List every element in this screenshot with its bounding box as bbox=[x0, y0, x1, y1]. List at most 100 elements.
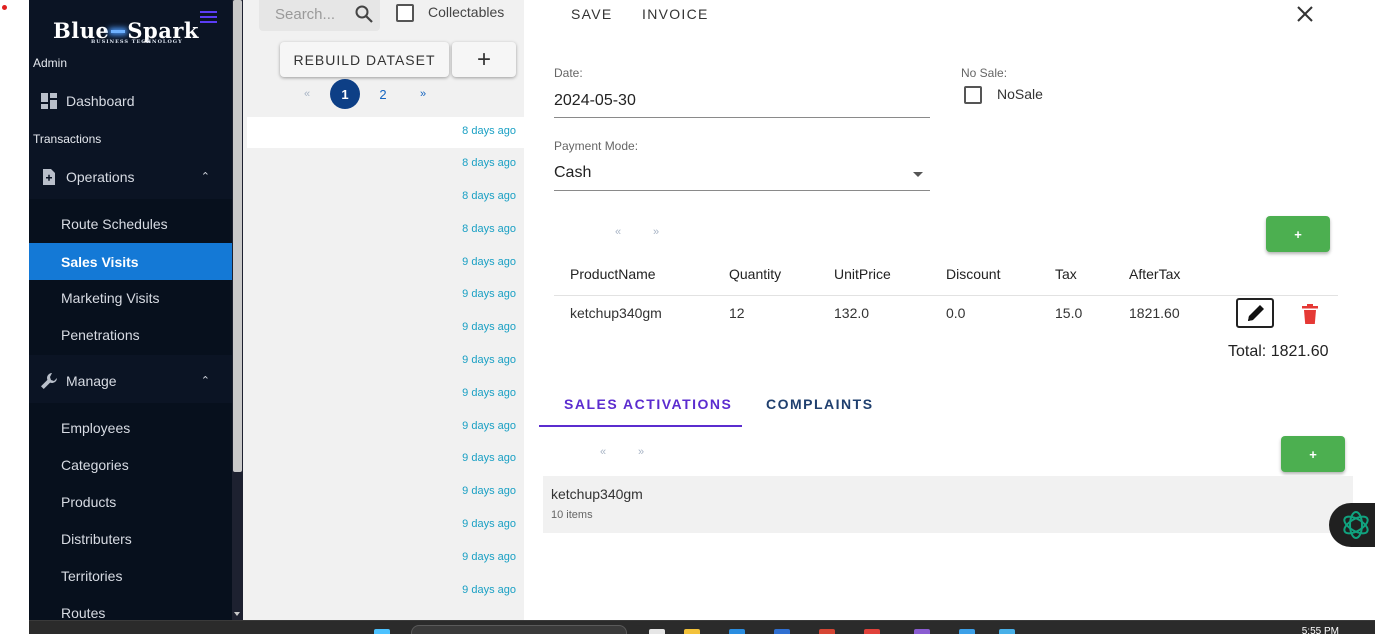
add-visit-button[interactable]: + bbox=[452, 42, 516, 77]
list-item[interactable]: 9 days ago bbox=[247, 576, 524, 607]
search-input[interactable]: Search... bbox=[275, 6, 335, 23]
brand-logo: Blue Spark BUSINESS TECHNOLOGY bbox=[53, 18, 199, 45]
activations-pager-prev[interactable]: « bbox=[600, 446, 606, 458]
dropdown-arrow-icon[interactable] bbox=[913, 172, 923, 177]
sidebar: Blue Spark BUSINESS TECHNOLOGY Admin Dash… bbox=[29, 0, 232, 620]
pager-page-1[interactable]: 1 bbox=[330, 79, 360, 109]
column-header: Discount bbox=[946, 266, 1001, 282]
items-pager-next[interactable]: » bbox=[653, 226, 659, 238]
chevron-up-icon: ⌃ bbox=[200, 375, 210, 387]
chrome-icon[interactable] bbox=[864, 629, 880, 634]
document-icon bbox=[43, 169, 55, 185]
openai-icon bbox=[1343, 511, 1369, 539]
app-icon[interactable] bbox=[914, 629, 930, 634]
save-button[interactable]: SAVE bbox=[571, 6, 613, 22]
sidebar-item-penetrations[interactable]: Penetrations bbox=[29, 316, 232, 353]
list-item[interactable]: 8 days ago bbox=[247, 149, 524, 180]
relative-time: 9 days ago bbox=[462, 452, 516, 464]
visit-detail-pane: SAVE INVOICE Date: 2024-05-30 No Sale: N… bbox=[524, 0, 1375, 620]
scroll-down-arrow-icon[interactable] bbox=[234, 612, 240, 616]
table-divider bbox=[554, 295, 1338, 296]
list-item[interactable]: 8 days ago bbox=[247, 117, 524, 148]
sidebar-item-employees[interactable]: Employees bbox=[29, 409, 232, 446]
activation-card[interactable]: ketchup340gm 10 items bbox=[543, 476, 1353, 533]
pager-prev[interactable]: « bbox=[292, 79, 322, 109]
list-item[interactable]: 9 days ago bbox=[247, 313, 524, 344]
list-item[interactable]: 9 days ago bbox=[247, 379, 524, 410]
tab-complaints[interactable]: COMPLAINTS bbox=[766, 396, 874, 412]
taskbar-search[interactable] bbox=[411, 625, 627, 634]
nosale-label: No Sale: bbox=[961, 66, 1008, 80]
sidebar-item-label: Distributers bbox=[61, 530, 132, 547]
pencil-icon bbox=[1248, 305, 1264, 321]
sidebar-item-territories[interactable]: Territories bbox=[29, 557, 232, 594]
dashboard-icon bbox=[41, 93, 57, 109]
edit-button[interactable] bbox=[1236, 298, 1274, 328]
assistant-launcher[interactable] bbox=[1329, 503, 1375, 547]
vscode-icon[interactable] bbox=[959, 629, 975, 634]
relative-time: 8 days ago bbox=[462, 157, 516, 169]
activations-pager-next[interactable]: » bbox=[638, 446, 644, 458]
sidebar-item-sales-visits[interactable]: Sales Visits bbox=[29, 243, 232, 280]
list-item[interactable]: 8 days ago bbox=[247, 182, 524, 213]
sidebar-item-marketing-visits[interactable]: Marketing Visits bbox=[29, 279, 232, 316]
relative-time: 9 days ago bbox=[462, 420, 516, 432]
tab-sales-activations[interactable]: SALES ACTIVATIONS bbox=[564, 396, 732, 412]
spark-icon bbox=[111, 30, 126, 33]
payment-mode-select[interactable]: Cash bbox=[554, 164, 591, 182]
sidebar-item-label: Route Schedules bbox=[61, 215, 168, 232]
invoice-button[interactable]: INVOICE bbox=[642, 6, 709, 22]
list-item[interactable]: 9 days ago bbox=[247, 444, 524, 475]
list-item[interactable]: 9 days ago bbox=[247, 510, 524, 541]
sidebar-item-routes[interactable]: Routes bbox=[29, 594, 232, 621]
visit-list-panel: Search... Collectables REBUILD DATASET +… bbox=[243, 0, 524, 620]
logo-subtitle: BUSINESS TECHNOLOGY bbox=[91, 39, 183, 45]
sidebar-item-products[interactable]: Products bbox=[29, 483, 232, 520]
section-transactions: Transactions bbox=[33, 132, 102, 146]
list-item[interactable]: 8 days ago bbox=[247, 215, 524, 246]
list-item[interactable]: 9 days ago bbox=[247, 280, 524, 311]
date-field[interactable]: 2024-05-30 bbox=[554, 92, 636, 110]
list-item[interactable]: 9 days ago bbox=[247, 543, 524, 574]
items-pager-prev[interactable]: « bbox=[615, 226, 621, 238]
sidebar-item-distributers[interactable]: Distributers bbox=[29, 520, 232, 557]
nosale-checkbox[interactable] bbox=[964, 86, 982, 104]
list-item[interactable]: 9 days ago bbox=[247, 477, 524, 508]
sidebar-item-dashboard[interactable]: Dashboard bbox=[29, 82, 232, 119]
scrollbar-thumb[interactable] bbox=[233, 0, 242, 472]
rebuild-dataset-button[interactable]: REBUILD DATASET bbox=[280, 42, 449, 77]
sidebar-item-label: Territories bbox=[61, 567, 123, 584]
store-icon[interactable] bbox=[774, 629, 790, 634]
sidebar-item-route-schedules[interactable]: Route Schedules bbox=[29, 205, 232, 242]
sidebar-item-manage[interactable]: Manage ⌃ bbox=[29, 362, 232, 399]
app-icon[interactable] bbox=[999, 629, 1015, 634]
list-item[interactable]: 9 days ago bbox=[247, 346, 524, 377]
list-item[interactable]: 9 days ago bbox=[247, 412, 524, 443]
file-explorer-icon[interactable] bbox=[684, 629, 700, 634]
sidebar-item-label: Employees bbox=[61, 419, 131, 436]
sidebar-item-categories[interactable]: Categories bbox=[29, 446, 232, 483]
sidebar-item-operations[interactable]: Operations ⌃ bbox=[29, 158, 232, 195]
os-taskbar: 5:55 PM bbox=[29, 620, 1375, 634]
start-icon[interactable] bbox=[374, 629, 390, 634]
edge-icon[interactable] bbox=[729, 629, 745, 634]
date-underline bbox=[554, 117, 930, 118]
add-item-button[interactable]: + bbox=[1266, 216, 1330, 252]
sidebar-item-label: Categories bbox=[61, 456, 129, 473]
sidebar-scrollbar[interactable] bbox=[232, 0, 243, 620]
close-icon[interactable] bbox=[1297, 6, 1313, 22]
list-item[interactable]: 9 days ago bbox=[247, 248, 524, 279]
search-icon[interactable] bbox=[355, 5, 373, 23]
pager-page-2[interactable]: 2 bbox=[368, 79, 398, 109]
collectables-checkbox[interactable] bbox=[396, 4, 414, 22]
menu-toggle-icon[interactable] bbox=[200, 11, 217, 23]
search-box[interactable]: Search... bbox=[259, 0, 380, 31]
sidebar-item-label: Manage bbox=[66, 372, 117, 389]
delete-icon[interactable] bbox=[1302, 304, 1318, 324]
office-icon[interactable] bbox=[819, 629, 835, 634]
add-activation-button[interactable]: + bbox=[1281, 436, 1345, 472]
sidebar-item-label: Dashboard bbox=[66, 92, 135, 109]
pager-next[interactable]: » bbox=[408, 79, 438, 109]
clock: 5:55 PM bbox=[1301, 626, 1339, 634]
task-view-icon[interactable] bbox=[649, 629, 665, 634]
